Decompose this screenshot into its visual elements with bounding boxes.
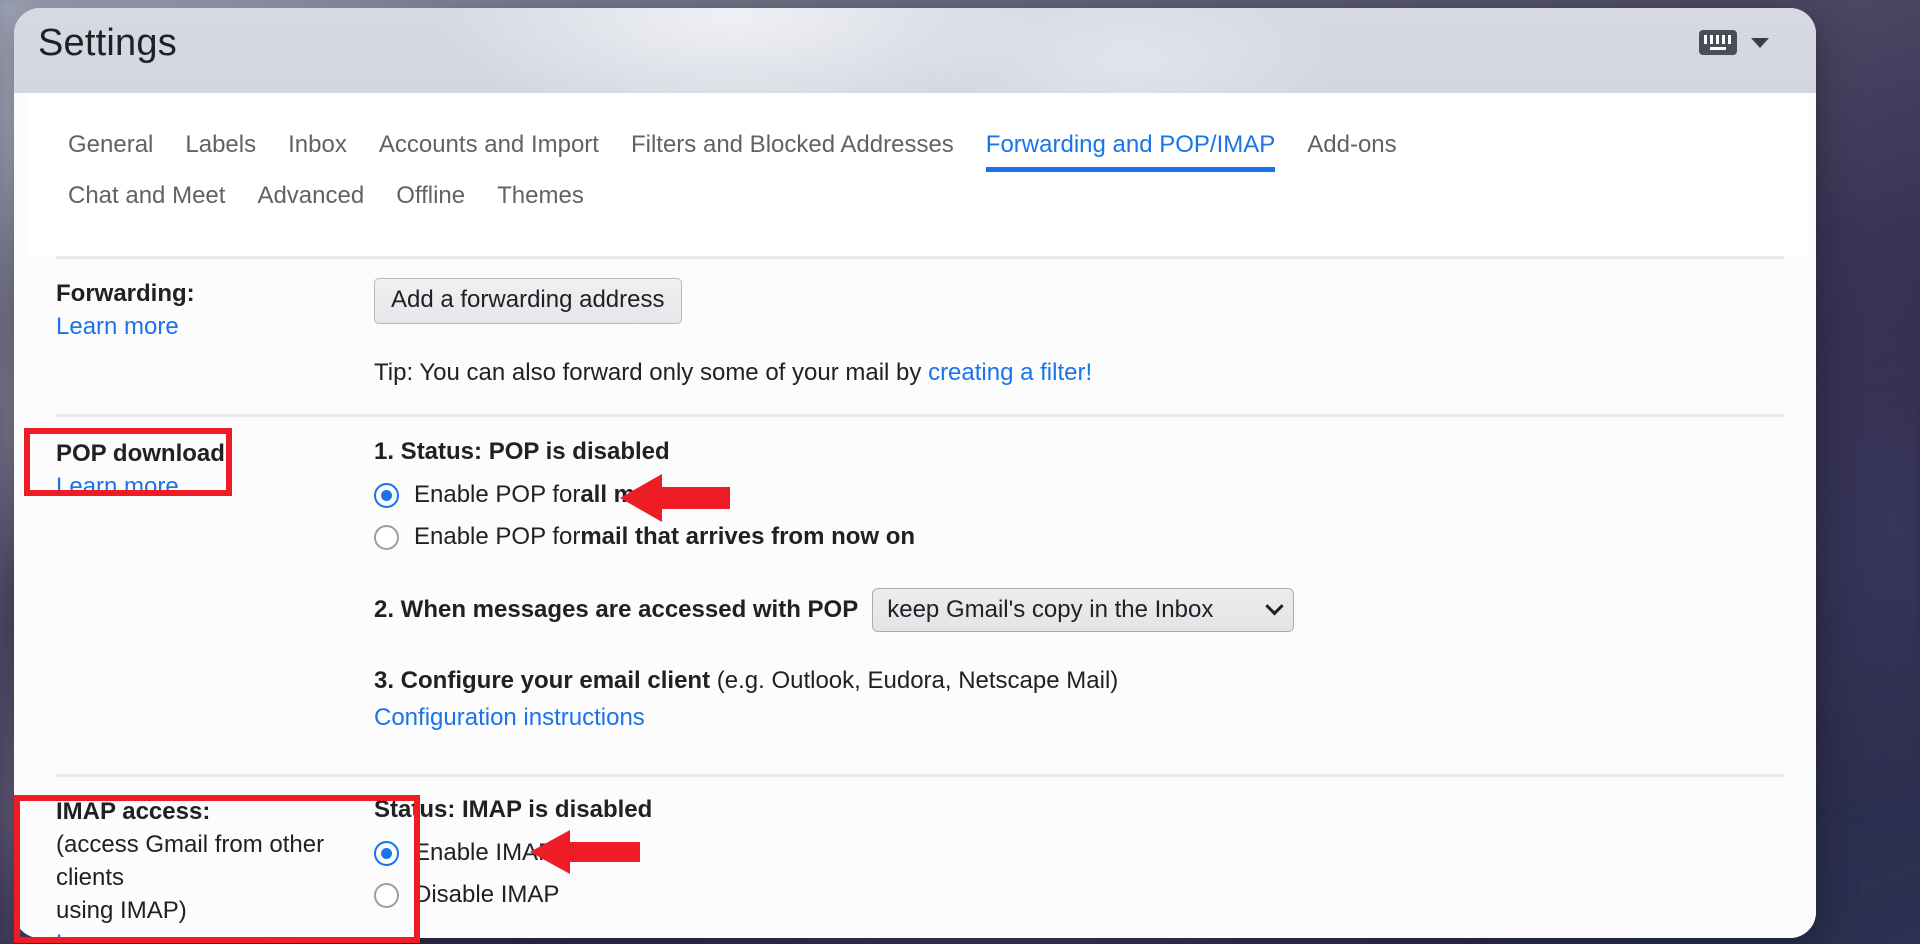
settings-dialog: Settings General Labels Inbox Accounts a… <box>14 8 1816 938</box>
desktop-wallpaper: Settings General Labels Inbox Accounts a… <box>0 0 1920 944</box>
radio-indicator-pop-from-now-on[interactable] <box>374 525 399 550</box>
creating-a-filter-link[interactable]: creating a filter! <box>928 356 1092 389</box>
pop-learn-more-link[interactable]: Learn more <box>56 470 179 503</box>
pop-body-column: 1. Status: POP is disabled Enable POP fo… <box>374 438 1816 734</box>
pop-radio-from-now-on[interactable]: Enable POP for mail that arrives from no… <box>374 516 1816 558</box>
pop-download-section: POP download: Learn more 1. Status: POP … <box>14 438 1816 734</box>
divider-imap <box>56 774 1784 777</box>
imap-access-label: IMAP access: <box>56 796 374 828</box>
radio-indicator-imap-enable[interactable] <box>374 841 399 866</box>
radio-indicator-pop-all-mail[interactable] <box>374 483 399 508</box>
page-title: Settings <box>38 22 177 65</box>
tab-labels[interactable]: Labels <box>185 131 256 169</box>
forwarding-label: Forwarding: <box>56 278 374 310</box>
tab-offline[interactable]: Offline <box>396 182 465 220</box>
chevron-down-icon <box>1266 597 1284 615</box>
tab-forwarding-and-pop-imap[interactable]: Forwarding and POP/IMAP <box>986 131 1275 169</box>
pop-all-mail-bold: all mail <box>580 481 661 509</box>
pop-label-column: POP download: Learn more <box>14 438 374 734</box>
keyboard-icon[interactable] <box>1699 30 1737 55</box>
imap-radio-enable[interactable]: Enable IMAP <box>374 832 1816 874</box>
divider-top <box>56 256 1784 259</box>
imap-status-line: Status: IMAP is disabled <box>374 796 1816 824</box>
forwarding-body-column: Add a forwarding address Tip: You can al… <box>374 278 1816 389</box>
tab-advanced[interactable]: Advanced <box>257 182 364 220</box>
forwarding-learn-more-link[interactable]: Learn more <box>56 310 179 343</box>
imap-label-column: IMAP access: (access Gmail from other cl… <box>14 796 374 938</box>
forwarding-label-column: Forwarding: Learn more <box>14 278 374 389</box>
tab-themes[interactable]: Themes <box>497 182 584 220</box>
settings-tabs-panel: General Labels Inbox Accounts and Import… <box>28 93 1809 256</box>
tab-chat-and-meet[interactable]: Chat and Meet <box>68 182 225 220</box>
pop-from-now-prefix: Enable POP for <box>414 523 580 551</box>
pop-step3-bold: 3. Configure your email client <box>374 667 710 694</box>
pop-step3-rest: (e.g. Outlook, Eudora, Netscape Mail) <box>710 667 1118 694</box>
tab-row-secondary: Chat and Meet Advanced Offline Themes <box>28 169 1809 239</box>
pop-access-row: 2. When messages are accessed with POP k… <box>374 588 1816 632</box>
add-forwarding-address-button[interactable]: Add a forwarding address <box>374 278 682 324</box>
imap-description-line1: (access Gmail from other clients <box>56 828 374 894</box>
settings-content: Forwarding: Learn more Add a forwarding … <box>14 256 1816 938</box>
pop-access-select[interactable]: keep Gmail's copy in the Inbox <box>872 588 1294 632</box>
tab-accounts-and-import[interactable]: Accounts and Import <box>379 131 599 169</box>
imap-access-section: IMAP access: (access Gmail from other cl… <box>14 796 1816 938</box>
tab-row-primary: General Labels Inbox Accounts and Import… <box>28 93 1809 169</box>
pop-radio-all-mail[interactable]: Enable POP for all mail <box>374 474 1816 516</box>
pop-from-now-bold: mail that arrives from now on <box>580 523 915 551</box>
tab-filters-and-blocked-addresses[interactable]: Filters and Blocked Addresses <box>631 131 954 169</box>
forwarding-tip-text: Tip: You can also forward only some of y… <box>374 359 928 386</box>
imap-radio-disable[interactable]: Disable IMAP <box>374 874 1816 916</box>
configuration-instructions-link[interactable]: Configuration instructions <box>374 701 645 734</box>
imap-body-column: Status: IMAP is disabled Enable IMAP Dis… <box>374 796 1816 938</box>
imap-learn-more-link[interactable]: Learn more <box>56 927 179 938</box>
tab-general[interactable]: General <box>68 131 153 169</box>
pop-step2-label: 2. When messages are accessed with POP <box>374 596 858 624</box>
pop-download-label: POP download: <box>56 438 374 470</box>
tab-inbox[interactable]: Inbox <box>288 131 347 169</box>
pop-access-select-value: keep Gmail's copy in the Inbox <box>887 596 1213 624</box>
forwarding-section: Forwarding: Learn more Add a forwarding … <box>14 278 1816 389</box>
chevron-down-icon[interactable] <box>1751 38 1769 48</box>
keyboard-shortcuts-control[interactable] <box>1699 30 1769 55</box>
forwarding-tip: Tip: You can also forward only some of y… <box>374 356 1816 389</box>
dialog-header: Settings <box>14 8 1816 93</box>
radio-indicator-imap-disable[interactable] <box>374 883 399 908</box>
pop-step3: 3. Configure your email client (e.g. Out… <box>374 664 1816 697</box>
pop-status-line: 1. Status: POP is disabled <box>374 438 1816 466</box>
imap-enable-label: Enable IMAP <box>414 839 554 867</box>
imap-disable-label: Disable IMAP <box>414 881 559 909</box>
divider-pop <box>56 414 1784 417</box>
imap-description-line2: using IMAP) <box>56 894 374 927</box>
pop-all-mail-prefix: Enable POP for <box>414 481 580 509</box>
tab-add-ons[interactable]: Add-ons <box>1307 131 1396 169</box>
